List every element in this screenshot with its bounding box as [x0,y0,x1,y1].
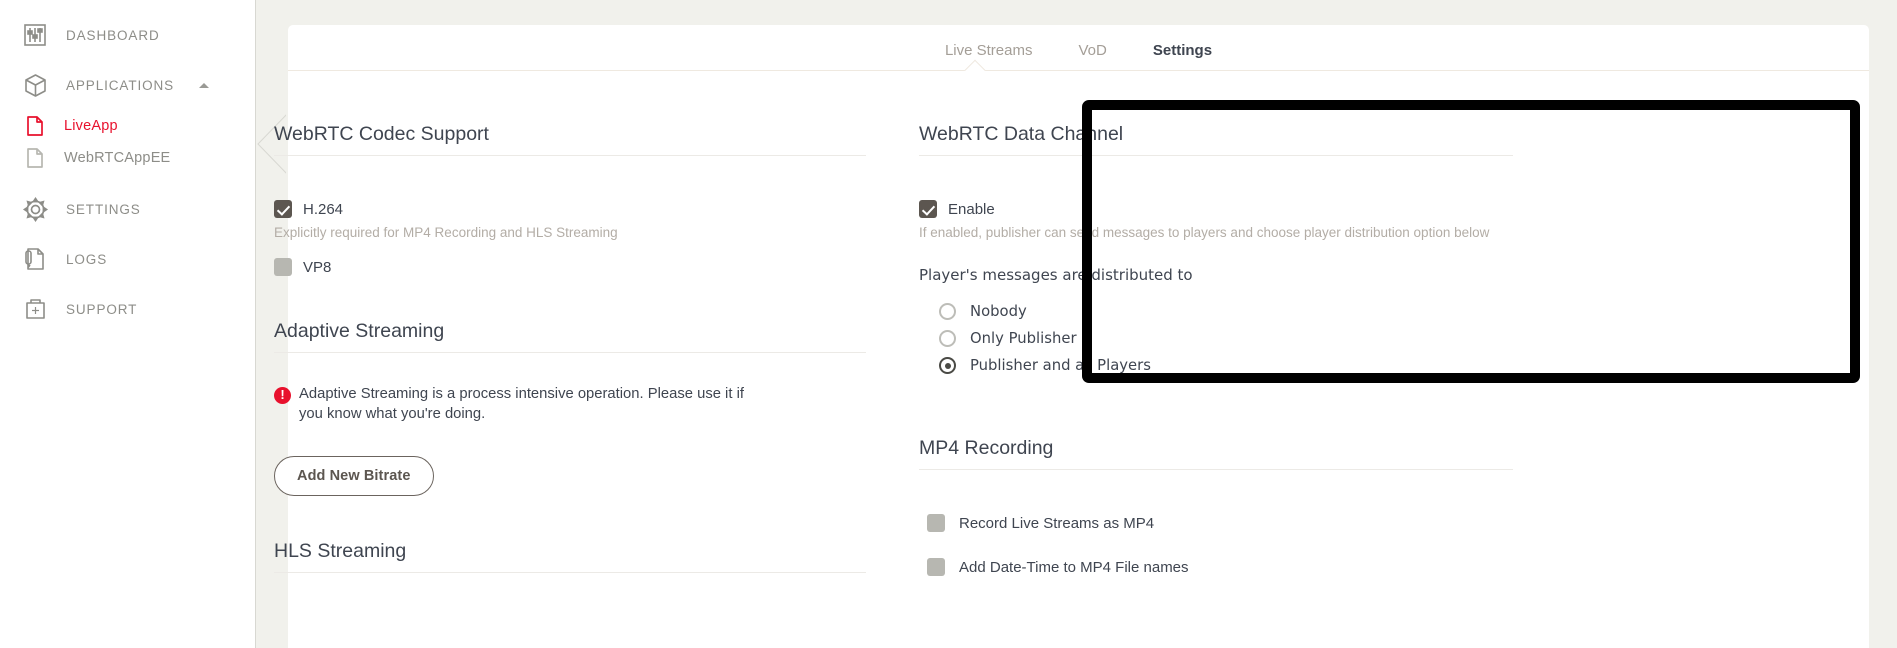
vp8-label: VP8 [303,258,332,276]
radio-option-publisher-and-all-players[interactable]: Publisher and all Players [939,354,1513,377]
chevron-up-icon[interactable] [199,82,209,88]
tab-live-streams[interactable]: Live Streams [945,42,1033,59]
tab-vod[interactable]: VoD [1079,42,1107,59]
add-datetime-checkbox[interactable] [927,558,945,576]
gear-icon [18,192,52,226]
sidebar: DASHBOARD APPLICATIONS LiveApp WebRTCApp… [0,0,256,648]
data-channel-enable-row[interactable]: Enable [919,200,1513,218]
record-live-streams-label: Record Live Streams as MP4 [959,514,1155,532]
right-settings-column: WebRTC Data Channel Enable If enabled, p… [919,71,1819,576]
record-live-streams-row[interactable]: Record Live Streams as MP4 [927,514,1513,532]
radio-publisher-and-all-players-label: Publisher and all Players [970,357,1151,374]
add-datetime-row[interactable]: Add Date-Time to MP4 File names [927,558,1513,576]
adaptive-streaming-heading: Adaptive Streaming [274,320,866,353]
sidebar-item-settings[interactable]: SETTINGS [0,184,255,234]
h264-label: H.264 [303,200,344,218]
sidebar-item-dashboard[interactable]: DASHBOARD [0,10,255,60]
tab-bar: Live Streams VoD Settings [288,25,1869,71]
adaptive-streaming-warning-text: Adaptive Streaming is a process intensiv… [299,386,744,422]
sidebar-item-label: SUPPORT [66,301,138,317]
radio-only-publisher-indicator[interactable] [939,330,956,347]
adaptive-streaming-warning: Adaptive Streaming is a process intensiv… [274,385,754,424]
radio-option-nobody[interactable]: Nobody [939,300,1513,323]
radio-nobody-label: Nobody [970,303,1027,320]
sidebar-item-support[interactable]: SUPPORT [0,284,255,334]
dashboard-sliders-icon [18,18,52,52]
hls-streaming-heading: HLS Streaming [274,540,866,574]
sidebar-item-applications[interactable]: APPLICATIONS [0,60,255,110]
tab-settings[interactable]: Settings [1153,42,1212,59]
radio-option-only-publisher[interactable]: Only Publisher [939,327,1513,350]
h264-checkbox[interactable] [274,200,292,218]
warning-exclamation-icon [274,386,291,404]
add-datetime-label: Add Date-Time to MP4 File names [959,558,1189,576]
sidebar-item-liveapp[interactable]: LiveApp [0,110,255,142]
left-settings-column: WebRTC Codec Support H.264 Explicitly re… [274,71,919,576]
box-icon [18,68,52,102]
message-distribution-radio-group: Nobody Only Publisher Publisher and all … [939,300,1513,377]
settings-card: Live Streams VoD Settings WebRTC Codec S… [274,25,1869,648]
data-channel-enable-helper-text: If enabled, publisher can send messages … [919,225,1490,240]
sidebar-item-label: WebRTCAppEE [64,150,171,166]
data-channel-enable-label: Enable [948,200,995,218]
active-tab-caret-icon [964,59,986,71]
webrtc-codec-support-heading: WebRTC Codec Support [274,123,866,156]
data-channel-enable-checkbox[interactable] [919,200,937,218]
sidebar-item-logs[interactable]: LOGS [0,234,255,284]
mp4-recording-heading: MP4 Recording [919,437,1513,470]
sidebar-item-label: LiveApp [64,118,118,134]
h264-checkbox-row[interactable]: H.264 [274,200,866,218]
add-new-bitrate-button[interactable]: Add New Bitrate [274,456,434,497]
log-document-icon [18,242,52,276]
webrtc-data-channel-heading: WebRTC Data Channel [919,123,1513,156]
record-live-streams-checkbox[interactable] [927,514,945,532]
radio-only-publisher-label: Only Publisher [970,330,1077,347]
document-icon [22,113,48,139]
radio-nobody-indicator[interactable] [939,303,956,320]
document-icon [22,145,48,171]
vp8-checkbox-row[interactable]: VP8 [274,258,866,276]
sidebar-item-label: SETTINGS [66,201,141,217]
h264-helper-text: Explicitly required for MP4 Recording an… [274,225,618,240]
sidebar-item-label: LOGS [66,251,108,267]
sidebar-item-label: DASHBOARD [66,27,160,43]
sidebar-item-webrtcappee[interactable]: WebRTCAppEE [0,142,255,174]
settings-columns: WebRTC Codec Support H.264 Explicitly re… [274,71,1869,576]
sidebar-item-label: APPLICATIONS [66,77,175,93]
radio-publisher-and-all-players-indicator[interactable] [939,357,956,374]
vp8-checkbox[interactable] [274,258,292,276]
briefcase-plus-icon [18,292,52,326]
message-distribution-label: Player's messages are distributed to [919,266,1193,284]
